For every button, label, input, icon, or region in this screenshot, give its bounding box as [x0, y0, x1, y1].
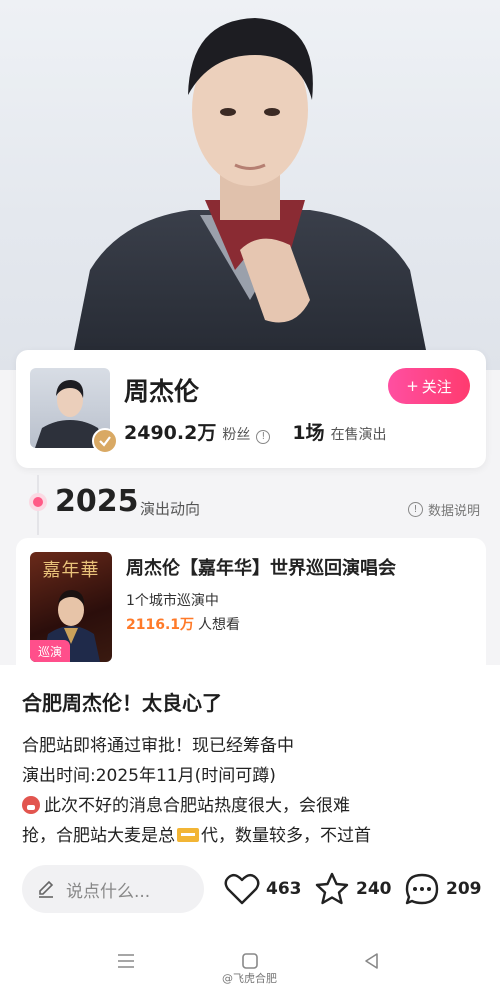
data-note-label: 数据说明: [427, 504, 480, 519]
post-line-text: 此次不好的消息合肥站热度很大，会很难: [44, 796, 350, 816]
home-icon[interactable]: [240, 951, 260, 971]
artist-portrait: [70, 18, 430, 370]
info-icon: !: [407, 502, 423, 517]
timeline-dot: [33, 497, 43, 507]
comment-button[interactable]: 209: [404, 872, 482, 906]
menu-icon[interactable]: [116, 951, 136, 971]
ticket-emoji-icon: [177, 828, 199, 842]
fans-label: 粉丝: [222, 427, 251, 443]
tour-tag: 巡演: [30, 640, 70, 662]
want-label: 人想看: [198, 617, 241, 633]
favorite-button[interactable]: 240: [314, 872, 392, 906]
post-body: 合肥站即将通过审批！现已经筹备中 演出时间:2025年11月(时间可蹲) 此次不…: [22, 731, 482, 851]
pencil-icon: [39, 880, 54, 898]
concert-card[interactable]: 嘉年華 巡演 周杰伦【嘉年华】世界巡回演唱会 1个城市巡演中 2116.1万 人想…: [16, 538, 486, 668]
follow-label: 关注: [421, 377, 452, 396]
plus-icon: +: [406, 377, 419, 395]
comment-placeholder: 说点什么...: [66, 881, 151, 902]
post-line-text: 代，数量较多，不过首: [201, 826, 371, 846]
post-line: 演出时间:2025年11月(时间可蹲): [22, 766, 276, 786]
artist-stats: 2490.2万 粉丝 ! 1场 在售演出: [124, 418, 387, 445]
concert-want: 2116.1万 人想看: [126, 614, 240, 634]
back-icon[interactable]: [362, 951, 382, 971]
post-title: 合肥周杰伦！太良心了: [22, 691, 222, 715]
post-line-text: 抢，合肥站大麦是总: [22, 826, 175, 846]
star-icon: [315, 872, 349, 905]
post-line: 合肥站即将通过审批！现已经筹备中: [22, 736, 294, 756]
hero-banner: [0, 0, 500, 370]
post-line: 抢，合肥站大麦是总 代，数量较多，不过首: [22, 821, 482, 851]
like-button[interactable]: 463: [224, 872, 302, 906]
verified-badge-icon: [92, 428, 118, 454]
shows-label: 在售演出: [330, 427, 387, 443]
timeline-section-label: 演出动向: [140, 500, 201, 518]
comment-count: 209: [446, 879, 482, 899]
scream-emoji-icon: [22, 796, 40, 814]
follow-button[interactable]: + 关注: [388, 368, 470, 404]
info-icon[interactable]: !: [256, 429, 271, 444]
heart-icon: [224, 873, 260, 905]
comment-input[interactable]: 说点什么...: [22, 865, 204, 913]
want-count: 2116.1万: [126, 617, 195, 633]
watermark: @飞虎合肥: [222, 972, 277, 985]
shows-count: 1场: [292, 422, 325, 444]
concert-poster[interactable]: 嘉年華 巡演: [30, 552, 112, 662]
data-note-link[interactable]: ! 数据说明: [407, 500, 480, 519]
fans-count: 2490.2万: [124, 422, 217, 444]
comment-bubble-icon: [405, 873, 439, 905]
post-line: 此次不好的消息合肥站热度很大，会很难: [22, 791, 482, 821]
concert-cities: 1个城市巡演中: [126, 593, 219, 609]
like-count: 463: [266, 879, 302, 899]
timeline-year: 2025: [55, 484, 139, 519]
favorite-count: 240: [356, 879, 392, 899]
artist-card[interactable]: 周杰伦 + 关注 2490.2万 粉丝 ! 1场 在售演出: [16, 350, 486, 468]
concert-title: 周杰伦【嘉年华】世界巡回演唱会: [126, 558, 396, 579]
artist-name: 周杰伦: [124, 377, 200, 406]
